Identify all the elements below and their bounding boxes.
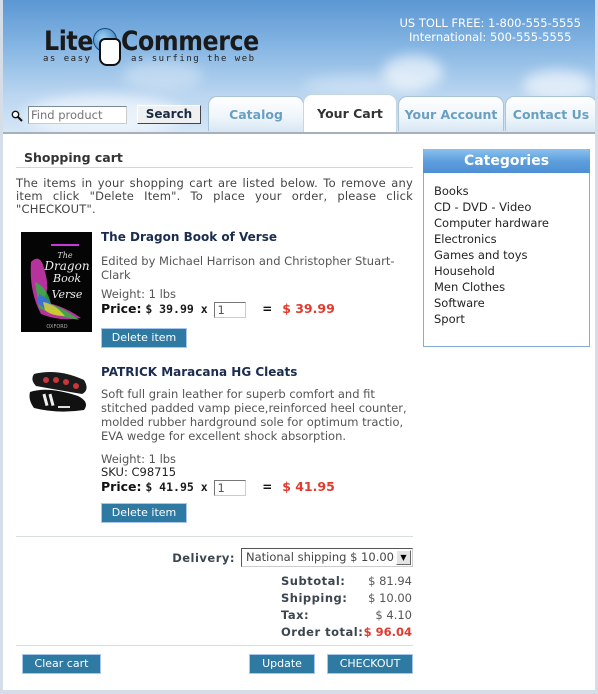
- tab-your-account[interactable]: Your Account: [398, 96, 504, 131]
- unit-price: $ 39.99 x: [145, 302, 208, 316]
- category-link-electronics[interactable]: Electronics: [434, 231, 589, 247]
- logo[interactable]: Lite Commerce as easy as surfing the web: [41, 26, 261, 86]
- line-total: $ 39.99: [282, 301, 335, 316]
- subtotal-row: Subtotal: $ 81.94: [281, 574, 412, 591]
- price-row: Price: $ 41.95 x 1 = $ 41.95: [101, 479, 335, 497]
- product-image-dragon-book[interactable]: The Dragon Book Verse OXFORD: [21, 232, 92, 332]
- contact-phones: US TOLL FREE: 1-800-555-5555 Internation…: [399, 16, 581, 44]
- product-image-cleats[interactable]: [28, 368, 90, 416]
- international-number: International: 500-555-5555: [409, 30, 572, 44]
- equals-sign: =: [262, 302, 273, 316]
- delete-item-button[interactable]: Delete item: [101, 328, 187, 348]
- order-total-value: $ 96.04: [363, 625, 412, 639]
- unit-price: $ 41.95 x: [145, 480, 208, 494]
- tax-value: $ 4.10: [375, 608, 412, 622]
- search-button[interactable]: Search: [137, 105, 201, 124]
- product-name-link[interactable]: PATRICK Maracana HG Cleats: [101, 365, 297, 379]
- product-weight: Weight: 1 lbs: [101, 287, 177, 301]
- order-total-row: Order total: $ 96.04: [281, 625, 412, 642]
- subtotal-label: Subtotal:: [281, 574, 346, 588]
- tab-contact-us[interactable]: Contact Us: [505, 96, 595, 131]
- logo-tagline-2: as surfing the web: [131, 54, 256, 64]
- page-title: Shopping cart: [24, 150, 123, 165]
- delivery-label: Delivery:: [172, 551, 235, 565]
- categories-title: Categories: [423, 149, 590, 173]
- divider: [16, 645, 413, 646]
- category-link-sport[interactable]: Sport: [434, 311, 589, 327]
- price-label: Price:: [101, 301, 142, 316]
- logo-word-commerce: Commerce: [121, 26, 259, 57]
- title-divider: [16, 167, 413, 168]
- category-link-software[interactable]: Software: [434, 295, 589, 311]
- category-list: Books CD - DVD - Video Computer hardware…: [424, 173, 589, 327]
- divider: [16, 536, 413, 537]
- category-link-household[interactable]: Household: [434, 263, 589, 279]
- tax-label: Tax:: [281, 608, 310, 622]
- magnifier-icon: [11, 110, 23, 122]
- tab-your-cart[interactable]: Your Cart: [303, 94, 397, 132]
- checkout-button[interactable]: CHECKOUT: [327, 654, 413, 674]
- update-button[interactable]: Update: [249, 654, 315, 674]
- price-label: Price:: [101, 479, 142, 494]
- delivery-method-select[interactable]: National shipping $ 10.00 ▼: [241, 548, 413, 567]
- line-total: $ 41.95: [282, 479, 335, 494]
- quantity-input[interactable]: 1: [214, 301, 247, 318]
- category-link-cd-dvd-video[interactable]: CD - DVD - Video: [434, 199, 589, 215]
- shipping-value: $ 10.00: [368, 591, 412, 605]
- search-input[interactable]: [28, 106, 127, 124]
- logo-hand-cursor-icon: [99, 38, 121, 66]
- category-link-men-clothes[interactable]: Men Clothes: [434, 279, 589, 295]
- svg-text:Book: Book: [52, 272, 81, 285]
- tab-catalog[interactable]: Catalog: [208, 96, 304, 131]
- logo-word-lite: Lite: [44, 26, 94, 57]
- quantity-input[interactable]: 1: [214, 479, 247, 496]
- delivery-selected-value: National shipping $ 10.00: [246, 550, 394, 564]
- svg-text:Dragon: Dragon: [43, 259, 89, 273]
- page: Lite Commerce as easy as surfing the web…: [3, 0, 595, 690]
- price-row: Price: $ 39.99 x 1 = $ 39.99: [101, 301, 335, 319]
- product-description: Edited by Michael Harrison and Christoph…: [101, 254, 395, 282]
- equals-sign: =: [262, 480, 273, 494]
- logo-tagline-1: as easy: [43, 54, 92, 64]
- product-sku: SKU: C98715: [101, 465, 177, 479]
- product-description: Soft full grain leather for superb comfo…: [101, 387, 407, 443]
- toll-free-number: US TOLL FREE: 1-800-555-5555: [399, 16, 581, 30]
- header-divider: [3, 132, 595, 134]
- product-name-link[interactable]: The Dragon Book of Verse: [101, 230, 277, 244]
- cart-instructions: The items in your shopping cart are list…: [16, 176, 413, 216]
- category-link-books[interactable]: Books: [434, 183, 589, 199]
- shipping-row: Shipping: $ 10.00: [281, 591, 412, 608]
- svg-text:Verse: Verse: [52, 288, 83, 301]
- category-link-computer-hardware[interactable]: Computer hardware: [434, 215, 589, 231]
- category-link-games-and-toys[interactable]: Games and toys: [434, 247, 589, 263]
- categories-box: Categories Books CD - DVD - Video Comput…: [423, 149, 590, 347]
- shipping-label: Shipping:: [281, 591, 348, 605]
- chevron-down-icon[interactable]: ▼: [396, 550, 411, 565]
- order-total-label: Order total:: [281, 625, 364, 639]
- svg-text:OXFORD: OXFORD: [46, 324, 67, 330]
- clear-cart-button[interactable]: Clear cart: [22, 654, 101, 674]
- tax-row: Tax: $ 4.10: [281, 608, 412, 625]
- header: Lite Commerce as easy as surfing the web…: [3, 0, 595, 134]
- delete-item-button[interactable]: Delete item: [101, 503, 187, 523]
- subtotal-value: $ 81.94: [368, 574, 412, 588]
